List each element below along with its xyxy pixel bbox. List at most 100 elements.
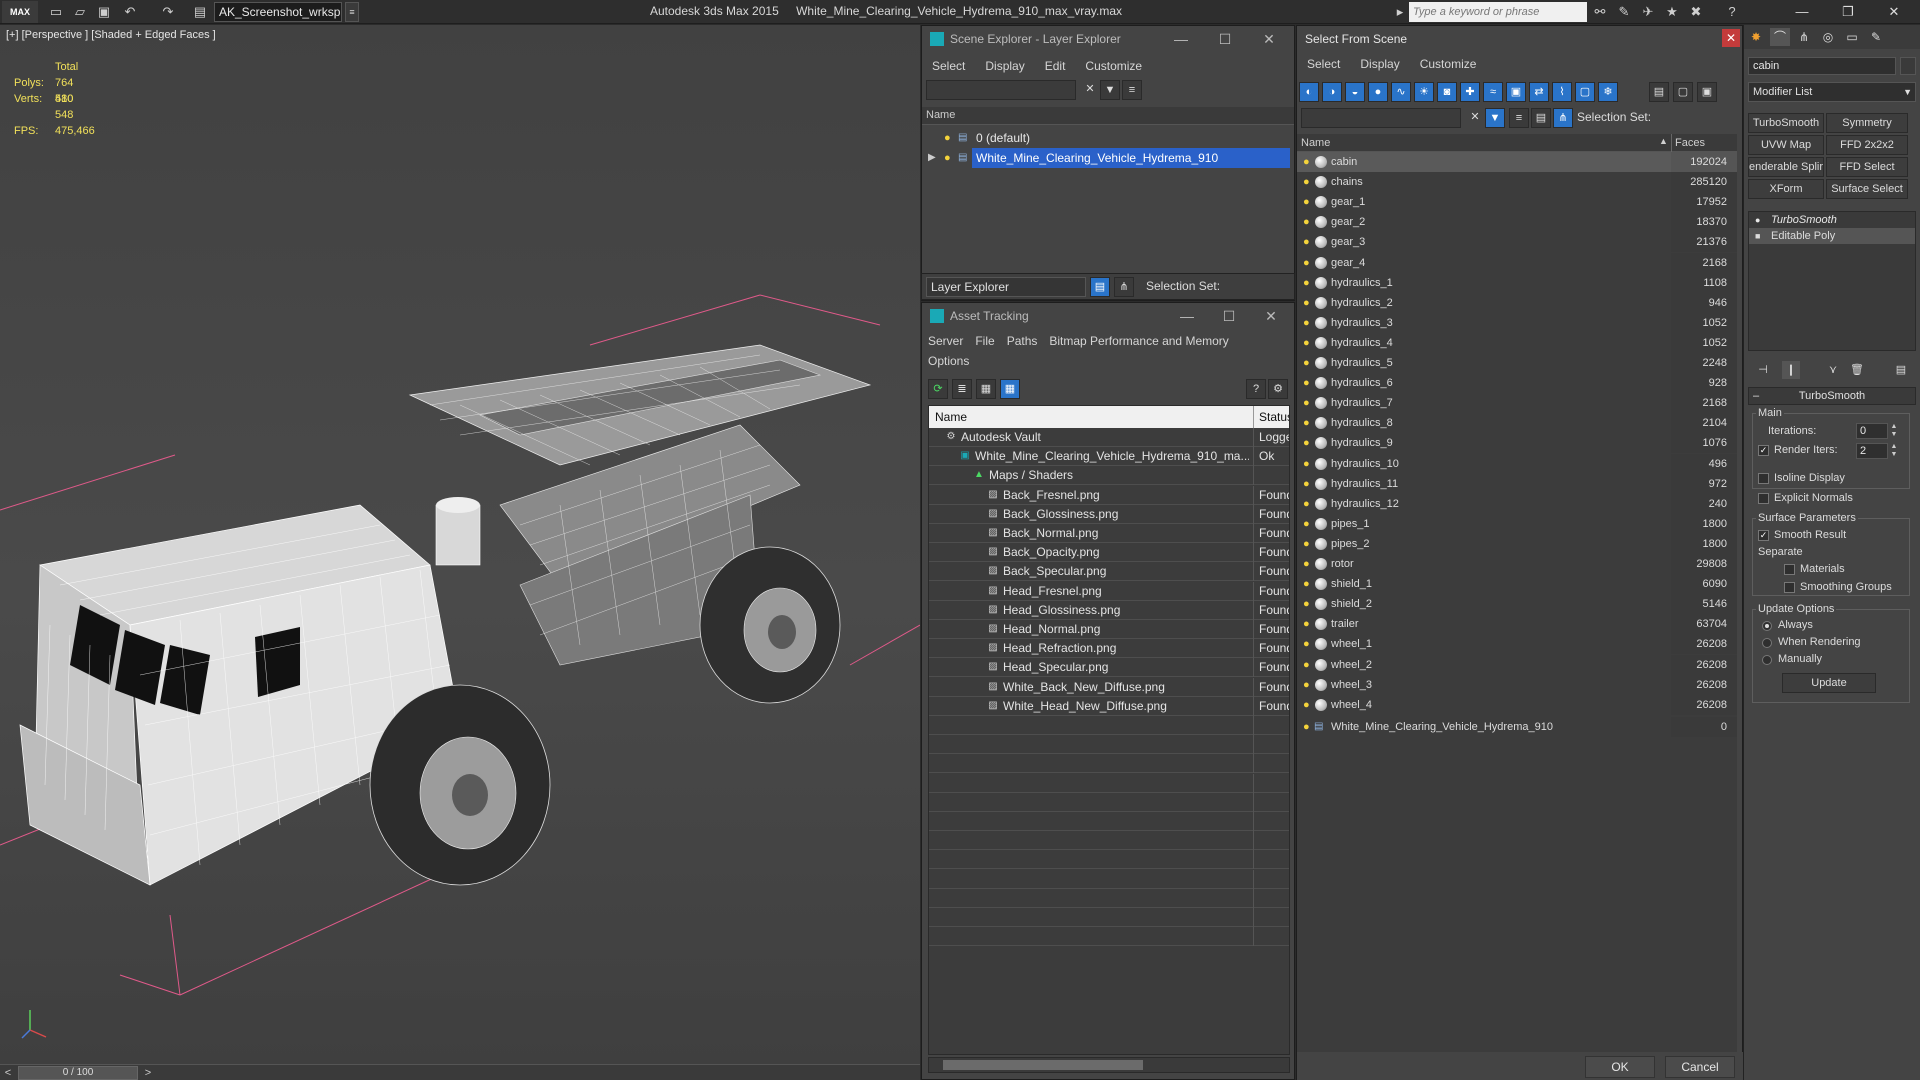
object-list-item[interactable]: ● gear_2 18370 bbox=[1297, 212, 1737, 233]
modify-tab-icon[interactable]: ⌒ bbox=[1770, 28, 1790, 46]
object-list-item[interactable]: ● wheel_3 26208 bbox=[1297, 674, 1737, 695]
geometry-filter-icon[interactable]: ● bbox=[1368, 82, 1388, 102]
minimize-button[interactable]: — bbox=[1780, 0, 1824, 24]
light-bulb-icon[interactable]: ● bbox=[1303, 477, 1311, 491]
save-icon[interactable]: ▣ bbox=[96, 4, 112, 20]
ffd-select-modifier-button[interactable]: FFD Select bbox=[1826, 157, 1908, 177]
bones-filter-icon[interactable]: ⌇ bbox=[1552, 82, 1572, 102]
object-list-item[interactable]: ● hydraulics_3 1052 bbox=[1297, 312, 1737, 333]
spinner-arrows-icon[interactable]: ▲ ▼ bbox=[1890, 443, 1898, 459]
menu-display[interactable]: Display bbox=[975, 56, 1034, 73]
select-from-scene-titlebar[interactable]: Select From Scene ✕ bbox=[1297, 26, 1742, 52]
isoline-display-checkbox[interactable] bbox=[1758, 473, 1769, 484]
asset-row[interactable]: ▨ Back_Glossiness.png Found bbox=[929, 504, 1289, 524]
object-list-item[interactable]: ● hydraulics_7 2168 bbox=[1297, 393, 1737, 414]
asset-row[interactable] bbox=[929, 735, 1289, 755]
asset-row[interactable]: ▨ Head_Glossiness.png Found bbox=[929, 600, 1289, 620]
asset-row[interactable] bbox=[929, 869, 1289, 889]
perspective-viewport[interactable]: [+] [Perspective ] [Shaded + Edged Faces… bbox=[0, 25, 920, 1064]
layer-search-input[interactable] bbox=[926, 80, 1076, 100]
light-bulb-icon[interactable]: ● bbox=[1303, 678, 1311, 692]
helpers-filter-icon[interactable]: ✚ bbox=[1460, 82, 1480, 102]
asset-row[interactable]: ▨ Back_Specular.png Found bbox=[929, 562, 1289, 582]
scene-explorer-maximize-button[interactable]: ☐ bbox=[1214, 29, 1236, 49]
light-bulb-icon[interactable]: ● bbox=[1303, 376, 1311, 390]
object-list-item[interactable]: ● hydraulics_10 496 bbox=[1297, 453, 1737, 474]
close-button[interactable]: ✕ bbox=[1872, 0, 1916, 24]
menu-customize[interactable]: Customize bbox=[1410, 54, 1487, 71]
explorer-type-dropdown[interactable]: Layer Explorer bbox=[926, 277, 1086, 297]
menu-file[interactable]: File bbox=[969, 331, 1000, 348]
asset-maximize-button[interactable]: ☐ bbox=[1218, 306, 1240, 326]
stack-item-editable-poly[interactable]: ■ Editable Poly bbox=[1749, 228, 1915, 244]
time-slider[interactable]: 0 / 100 bbox=[18, 1066, 138, 1080]
asset-row[interactable] bbox=[929, 773, 1289, 793]
invert-display-icon[interactable]: ◒ bbox=[1345, 82, 1365, 102]
menu-customize[interactable]: Customize bbox=[1075, 56, 1152, 73]
turbosmooth-rollout-header[interactable]: – TurboSmooth bbox=[1748, 387, 1916, 405]
hierarchy-mode-icon[interactable]: ⋔ bbox=[1114, 277, 1134, 297]
object-list-item[interactable]: ● hydraulics_2 946 bbox=[1297, 292, 1737, 313]
object-list-item[interactable]: ● wheel_1 26208 bbox=[1297, 634, 1737, 655]
menu-options[interactable]: Options bbox=[922, 351, 975, 368]
redo-icon[interactable]: ↷ bbox=[160, 4, 176, 20]
asset-row[interactable]: ▲ Maps / Shaders bbox=[929, 466, 1289, 486]
layer-list-item[interactable]: ● ▤ White_Mine_Clearing_Vehicle_Hydrema_91… bbox=[1297, 716, 1737, 737]
favorites-star-icon[interactable]: ★ bbox=[1664, 4, 1680, 20]
asset-minimize-button[interactable]: — bbox=[1176, 306, 1198, 326]
asset-row[interactable]: ▨ Back_Opacity.png Found bbox=[929, 543, 1289, 563]
layer-mode-icon[interactable]: ▤ bbox=[1090, 277, 1110, 297]
select-all-icon[interactable]: ▤ bbox=[1649, 82, 1669, 102]
object-list-item[interactable]: ● shield_2 5146 bbox=[1297, 594, 1737, 615]
menu-server[interactable]: Server bbox=[922, 331, 969, 348]
light-bulb-icon[interactable]: ● bbox=[1303, 416, 1311, 430]
asset-row[interactable] bbox=[929, 812, 1289, 831]
object-list-item[interactable]: ● wheel_4 26208 bbox=[1297, 694, 1737, 715]
light-bulb-icon[interactable]: ● bbox=[1303, 256, 1311, 270]
menu-select[interactable]: Select bbox=[1297, 54, 1350, 71]
expand-icon[interactable]: ■ bbox=[1755, 228, 1760, 244]
object-color-swatch[interactable] bbox=[1900, 57, 1916, 75]
new-file-icon[interactable]: ▭ bbox=[48, 4, 64, 20]
help-icon[interactable]: ? bbox=[1724, 4, 1740, 20]
light-bulb-icon[interactable]: ● bbox=[1303, 517, 1311, 531]
layer-mode-icon[interactable]: ▤ bbox=[1531, 108, 1551, 128]
workspace-menu-button[interactable]: ≡ bbox=[345, 2, 359, 22]
motion-tab-icon[interactable]: ◎ bbox=[1818, 28, 1838, 46]
xrefs-filter-icon[interactable]: ⇄ bbox=[1529, 82, 1549, 102]
render-iters-spinner[interactable]: 2 bbox=[1856, 443, 1888, 459]
asset-name-header[interactable]: Name bbox=[935, 410, 967, 424]
groups-filter-icon[interactable]: ▣ bbox=[1506, 82, 1526, 102]
smooth-result-checkbox[interactable]: ✓ bbox=[1758, 530, 1769, 541]
select-none-icon[interactable]: ▢ bbox=[1673, 82, 1693, 102]
object-list-item[interactable]: ● rotor 29808 bbox=[1297, 554, 1737, 574]
menu-edit[interactable]: Edit bbox=[1035, 56, 1076, 73]
clear-search-icon[interactable]: ✕ bbox=[1465, 108, 1485, 128]
cameras-filter-icon[interactable]: ◙ bbox=[1437, 82, 1457, 102]
subscription-icon[interactable]: ✎ bbox=[1616, 4, 1632, 20]
asset-row[interactable] bbox=[929, 831, 1289, 851]
app-logo[interactable]: MAX bbox=[2, 1, 38, 23]
select-invert-icon[interactable]: ▣ bbox=[1697, 82, 1717, 102]
asset-row[interactable] bbox=[929, 716, 1289, 735]
surface-select-modifier-button[interactable]: Surface Select bbox=[1826, 179, 1908, 199]
cancel-button[interactable]: Cancel bbox=[1665, 1056, 1735, 1078]
light-bulb-icon[interactable]: ● bbox=[1303, 557, 1311, 571]
asset-row[interactable] bbox=[929, 888, 1289, 908]
light-bulb-icon[interactable]: ● bbox=[1303, 698, 1311, 712]
previous-frame-button[interactable]: < bbox=[0, 1065, 16, 1080]
scene-explorer-titlebar[interactable]: Scene Explorer - Layer Explorer — ☐ ✕ bbox=[922, 26, 1294, 52]
renderable-spline-modifier-button[interactable]: enderable Splir bbox=[1748, 157, 1824, 177]
asset-row[interactable] bbox=[929, 754, 1289, 774]
containers-filter-icon[interactable]: ▢ bbox=[1575, 82, 1595, 102]
project-icon[interactable]: ▤ bbox=[192, 4, 208, 20]
light-bulb-icon[interactable]: ● bbox=[1303, 658, 1311, 672]
filter-icon[interactable]: ▼ bbox=[1100, 80, 1120, 100]
asset-row[interactable]: ▨ Head_Fresnel.png Found bbox=[929, 581, 1289, 601]
hierarchy-mode-icon[interactable]: ⋔ bbox=[1553, 108, 1573, 128]
light-bulb-icon[interactable]: ● bbox=[1303, 195, 1311, 209]
layer-row-default[interactable]: ● ▤ 0 (default) bbox=[922, 128, 1294, 148]
uvw-map-modifier-button[interactable]: UVW Map bbox=[1748, 135, 1824, 155]
light-bulb-icon[interactable]: ● bbox=[1303, 175, 1311, 189]
menu-bitmap-performance[interactable]: Bitmap Performance and Memory bbox=[1043, 331, 1234, 348]
